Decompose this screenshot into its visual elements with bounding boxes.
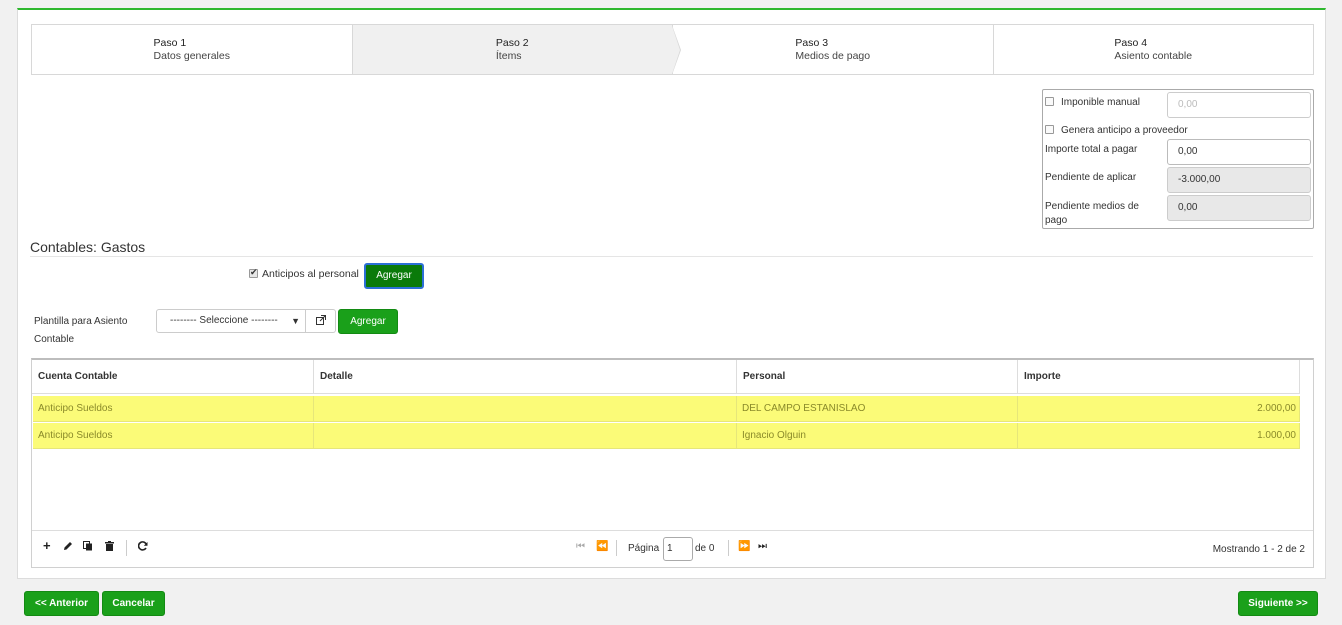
section-divider xyxy=(30,256,1313,257)
cell-importe: 1.000,00 xyxy=(1018,423,1300,448)
page-total-label: de 0 xyxy=(695,543,715,554)
last-page-icon[interactable]: ⏭ xyxy=(758,541,767,552)
footer-separator xyxy=(126,540,127,556)
genera-anticipo-row: Genera anticipo a proveedor xyxy=(1045,125,1188,136)
table-row[interactable]: Anticipo Sueldos Ignacio Olguin 1.000,00 xyxy=(33,423,1300,449)
imponible-manual-input[interactable]: 0,00 xyxy=(1167,92,1311,118)
grid-footer: + ⏮ ⏪ Página 1 de 0 ⏩ ⏭ Mostrando 1 - 2 … xyxy=(32,530,1313,567)
step-name: Ítems xyxy=(495,49,522,62)
copy-icon[interactable] xyxy=(83,541,93,554)
importe-total-label: Importe total a pagar xyxy=(1045,144,1138,155)
add-icon[interactable]: + xyxy=(43,538,51,553)
plantilla-agregar-button[interactable]: Agregar xyxy=(338,309,398,334)
step-number: Paso 2 xyxy=(495,36,529,49)
col-cuenta-contable[interactable]: Cuenta Contable xyxy=(32,360,314,393)
pendiente-medios-field: 0,00 xyxy=(1167,195,1311,221)
table-row[interactable]: Anticipo Sueldos DEL CAMPO ESTANISLAO 2.… xyxy=(33,396,1300,422)
cell-personal: Ignacio Olguin xyxy=(737,423,1018,448)
plantilla-label-text: Plantilla para Asiento Contable xyxy=(34,316,128,345)
step-number: Paso 4 xyxy=(1114,36,1148,49)
anticipos-row: Anticipos al personal xyxy=(249,267,359,280)
grid-header: Cuenta Contable Detalle Personal Importe xyxy=(32,360,1300,394)
record-count: Mostrando 1 - 2 de 2 xyxy=(1212,544,1305,555)
wizard-steps: Paso 1 Datos generales Paso 2 Ítems Paso… xyxy=(31,24,1314,75)
anticipos-label: Anticipos al personal xyxy=(262,268,359,280)
step-4[interactable]: Paso 4 Asiento contable xyxy=(994,25,1314,74)
cell-cuenta: Anticipo Sueldos xyxy=(33,423,314,448)
prev-page-icon[interactable]: ⏪ xyxy=(596,541,608,552)
cell-detalle xyxy=(314,396,737,421)
plantilla-label: Plantilla para Asiento Contable xyxy=(34,313,144,349)
cell-personal: DEL CAMPO ESTANISLAO xyxy=(737,396,1018,421)
genera-anticipo-checkbox[interactable] xyxy=(1045,125,1054,134)
cell-detalle xyxy=(314,423,737,448)
step-name: Asiento contable xyxy=(1114,49,1193,62)
refresh-icon[interactable] xyxy=(137,541,148,554)
cancelar-button[interactable]: Cancelar xyxy=(102,591,165,616)
page-input[interactable]: 1 xyxy=(663,537,693,561)
step-2[interactable]: Paso 2 Ítems xyxy=(352,25,673,74)
genera-anticipo-label: Genera anticipo a proveedor xyxy=(1061,125,1188,136)
footer-separator xyxy=(616,540,617,556)
cell-cuenta: Anticipo Sueldos xyxy=(33,396,314,421)
payment-summary: Imponible manual 0,00 Genera anticipo a … xyxy=(1042,89,1314,229)
chevron-down-icon: ▼ xyxy=(291,316,300,326)
plantilla-select-value: -------- Seleccione -------- xyxy=(170,315,278,326)
external-link-button[interactable] xyxy=(306,309,336,333)
anterior-button[interactable]: << Anterior xyxy=(24,591,99,616)
first-page-icon[interactable]: ⏮ xyxy=(576,541,585,552)
cell-importe: 2.000,00 xyxy=(1018,396,1300,421)
anticipos-agregar-button[interactable]: Agregar xyxy=(364,263,424,289)
footer-separator xyxy=(728,540,729,556)
col-importe[interactable]: Importe xyxy=(1018,360,1300,393)
imponible-manual-row: Imponible manual xyxy=(1045,97,1140,108)
pendiente-aplicar-field: -3.000,00 xyxy=(1167,167,1311,193)
main-panel: Paso 1 Datos generales Paso 2 Ítems Paso… xyxy=(17,8,1326,579)
step-number: Paso 1 xyxy=(153,36,187,49)
trash-icon[interactable] xyxy=(105,541,114,554)
step-1[interactable]: Paso 1 Datos generales xyxy=(32,25,353,74)
step-number: Paso 3 xyxy=(795,36,829,49)
anticipos-checkbox[interactable] xyxy=(249,267,258,278)
pagina-label: Página xyxy=(628,543,660,554)
imponible-manual-checkbox[interactable] xyxy=(1045,97,1054,106)
step-3[interactable]: Paso 3 Medios de pago xyxy=(673,25,994,74)
pendiente-aplicar-label: Pendiente de aplicar xyxy=(1045,172,1137,183)
step-name: Datos generales xyxy=(153,49,230,62)
plantilla-select[interactable]: -------- Seleccione -------- ▼ xyxy=(156,309,306,333)
col-personal[interactable]: Personal xyxy=(737,360,1018,393)
imponible-manual-label: Imponible manual xyxy=(1061,97,1140,108)
step-name: Medios de pago xyxy=(795,49,871,62)
pendiente-medios-label: Pendiente medios de pago xyxy=(1045,201,1139,226)
edit-icon[interactable] xyxy=(63,541,73,554)
col-detalle[interactable]: Detalle xyxy=(314,360,737,393)
next-page-icon[interactable]: ⏩ xyxy=(738,541,750,552)
importe-total-input[interactable]: 0,00 xyxy=(1167,139,1311,165)
siguiente-button[interactable]: Siguiente >> xyxy=(1238,591,1318,616)
external-link-icon xyxy=(315,315,326,325)
accounts-grid: Cuenta Contable Detalle Personal Importe… xyxy=(31,358,1314,568)
section-title: Contables: Gastos xyxy=(30,239,146,255)
